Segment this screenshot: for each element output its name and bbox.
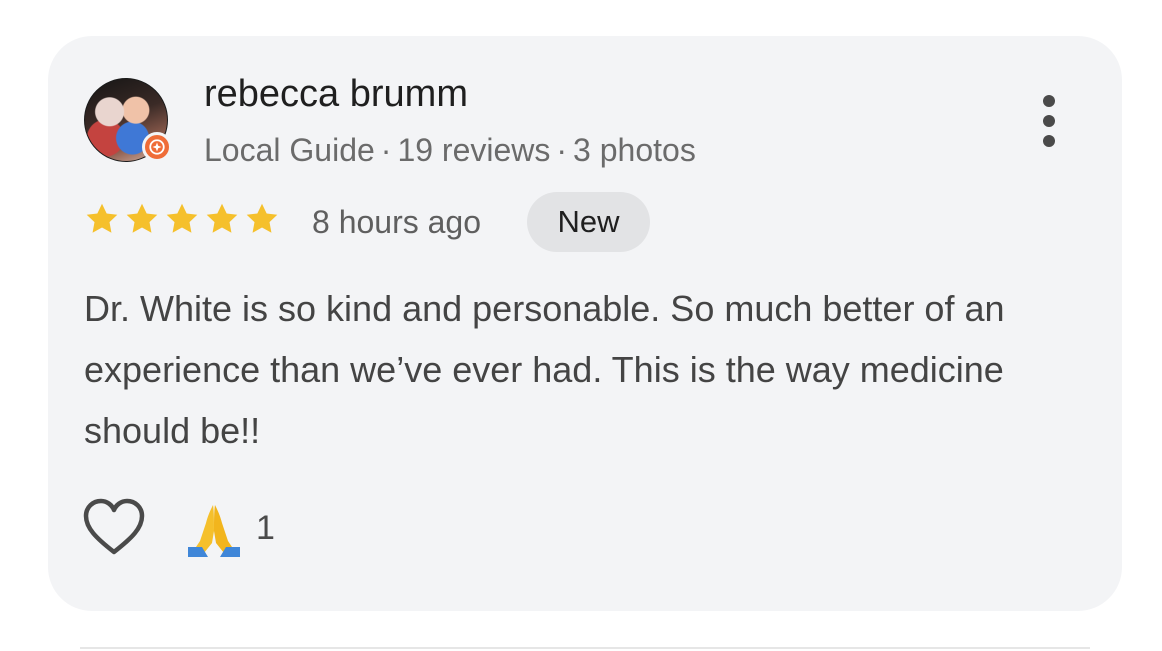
heart-icon[interactable] [82, 498, 146, 558]
star-icon [126, 203, 158, 233]
author-role: Local Guide [204, 132, 375, 168]
more-dot [1043, 95, 1055, 107]
more-dot [1043, 115, 1055, 127]
review-text: Dr. White is so kind and personable. So … [84, 288, 1005, 451]
photos-count: 3 photos [573, 132, 696, 168]
author-name[interactable]: rebecca brumm [204, 72, 468, 116]
star-icon [86, 203, 118, 233]
praying-hands-icon[interactable] [186, 501, 242, 557]
avatar[interactable] [84, 78, 172, 162]
review-time: 8 hours ago [312, 204, 482, 240]
star-rating [84, 201, 280, 241]
local-guide-badge-icon [142, 132, 172, 162]
new-badge: New [527, 192, 650, 252]
star-icon [166, 203, 198, 233]
divider [80, 647, 1090, 649]
star-icon [246, 203, 278, 233]
more-vert-icon[interactable] [1034, 95, 1064, 147]
meta-separator: · [556, 132, 568, 168]
reaction-count: 1 [256, 509, 275, 547]
star-icon [206, 203, 238, 233]
meta-separator: · [380, 132, 392, 168]
more-dot [1043, 135, 1055, 147]
author-meta: Local Guide · 19 reviews · 3 photos [204, 130, 696, 170]
reviews-count: 19 reviews [397, 132, 551, 168]
